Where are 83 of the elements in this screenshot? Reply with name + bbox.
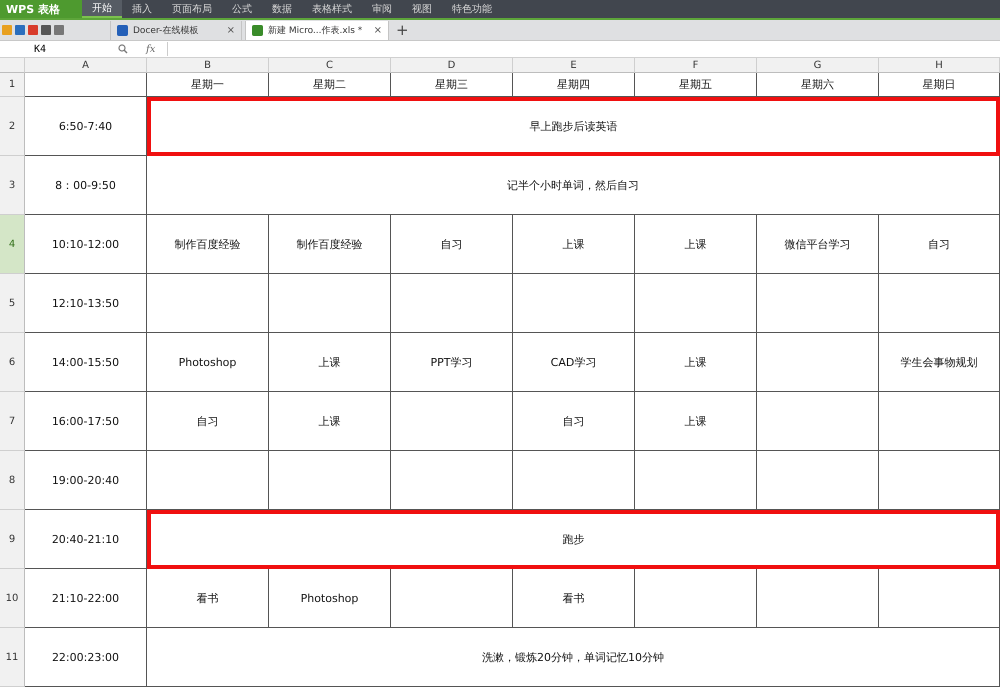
close-icon[interactable]: ×: [226, 24, 235, 36]
table-cell: CAD学习: [513, 333, 635, 392]
column-header[interactable]: G: [757, 58, 879, 73]
table-cell: 星期三: [391, 73, 513, 97]
column-header[interactable]: B: [147, 58, 269, 73]
table-cell: 微信平台学习: [757, 215, 879, 274]
table-cell: 上课: [635, 215, 757, 274]
table-cell: 10:10-12:00: [25, 215, 147, 274]
menu-tab[interactable]: 数据: [262, 0, 302, 18]
row-header[interactable]: 3: [0, 156, 25, 215]
table-cell: 自习: [391, 215, 513, 274]
zoom-icon[interactable]: [118, 44, 128, 54]
corner-cell[interactable]: [0, 58, 25, 73]
tab-label: Docer-在线模板: [133, 24, 198, 36]
table-cell: 星期一: [147, 73, 269, 97]
table-cell: 上课: [269, 392, 391, 451]
table-cell: 12:10-13:50: [25, 274, 147, 333]
close-icon[interactable]: ×: [374, 24, 382, 36]
column-header[interactable]: F: [635, 58, 757, 73]
document-tab[interactable]: 新建 Micro...作表.xls * ×: [245, 20, 389, 40]
row-header[interactable]: 11: [0, 628, 25, 687]
column-header[interactable]: D: [391, 58, 513, 73]
merged-cell: 跑步: [147, 510, 1000, 569]
new-tab-button[interactable]: +: [392, 21, 413, 39]
table-cell: 制作百度经验: [269, 215, 391, 274]
document-icon: [252, 24, 263, 36]
table-cell: 20:40-21:10: [25, 510, 147, 569]
menu-tab[interactable]: 开始: [82, 0, 122, 18]
table-cell: 22:00:23:00: [25, 628, 147, 687]
menu-tab[interactable]: 视图: [402, 0, 442, 18]
table-cell: 上课: [269, 333, 391, 392]
table-cell: 8：00-9:50: [25, 156, 147, 215]
row-header[interactable]: 7: [0, 392, 25, 451]
table-cell: 星期五: [635, 73, 757, 97]
row-header[interactable]: 5: [0, 274, 25, 333]
table-cell: 自习: [513, 392, 635, 451]
table-cell: 19:00-20:40: [25, 451, 147, 510]
table-cell: 16:00-17:50: [25, 392, 147, 451]
table-cell: Photoshop: [147, 333, 269, 392]
merged-cell: 早上跑步后读英语: [147, 97, 1000, 156]
row-header[interactable]: 8: [0, 451, 25, 510]
table-cell: 自习: [879, 215, 1000, 274]
merged-cell: 记半个小时单词，然后自习: [147, 156, 1000, 215]
column-header[interactable]: E: [513, 58, 635, 73]
table-cell: 星期四: [513, 73, 635, 97]
table-cell: 学生会事物规划: [879, 333, 1000, 392]
row-header[interactable]: 4: [0, 215, 25, 274]
table-cell: 制作百度经验: [147, 215, 269, 274]
row-header[interactable]: 9: [0, 510, 25, 569]
tab-label: 新建 Micro...作表.xls *: [268, 24, 362, 36]
menu-tab[interactable]: 插入: [122, 0, 162, 18]
cell-name-box[interactable]: K4: [0, 42, 86, 56]
table-cell: 14:00-15:50: [25, 333, 147, 392]
row-header[interactable]: 6: [0, 333, 25, 392]
column-header[interactable]: A: [25, 58, 147, 73]
menu-tab[interactable]: 页面布局: [162, 0, 222, 18]
menu-tab[interactable]: 公式: [222, 0, 262, 18]
table-cell: PPT学习: [391, 333, 513, 392]
table-cell: 上课: [635, 392, 757, 451]
table-cell: 21:10-22:00: [25, 569, 147, 628]
table-cell: 星期六: [757, 73, 879, 97]
table-cell: 上课: [513, 215, 635, 274]
column-header[interactable]: C: [269, 58, 391, 73]
table-cell: 自习: [147, 392, 269, 451]
table-cell: 星期日: [879, 73, 1000, 97]
merged-cell: 洗漱，锻炼20分钟，单词记忆10分钟: [147, 628, 1000, 687]
app-menu-button[interactable]: WPS 表格: [0, 0, 82, 18]
table-cell: 星期二: [269, 73, 391, 97]
menu-tab[interactable]: 表格样式: [302, 0, 362, 18]
table-cell: 看书: [513, 569, 635, 628]
table-cell: Photoshop: [269, 569, 391, 628]
document-icon: [117, 24, 128, 36]
menu-tab[interactable]: 审阅: [362, 0, 402, 18]
column-header[interactable]: H: [879, 58, 1000, 73]
menu-tab[interactable]: 特色功能: [442, 0, 502, 18]
row-header[interactable]: 1: [0, 73, 25, 97]
table-cell: 上课: [635, 333, 757, 392]
function-icon[interactable]: fx: [146, 44, 156, 54]
table-cell: 6:50-7:40: [25, 97, 147, 156]
table-cell: 看书: [147, 569, 269, 628]
row-header[interactable]: 2: [0, 97, 25, 156]
row-header[interactable]: 10: [0, 569, 25, 628]
document-tab[interactable]: Docer-在线模板 ×: [110, 20, 242, 40]
